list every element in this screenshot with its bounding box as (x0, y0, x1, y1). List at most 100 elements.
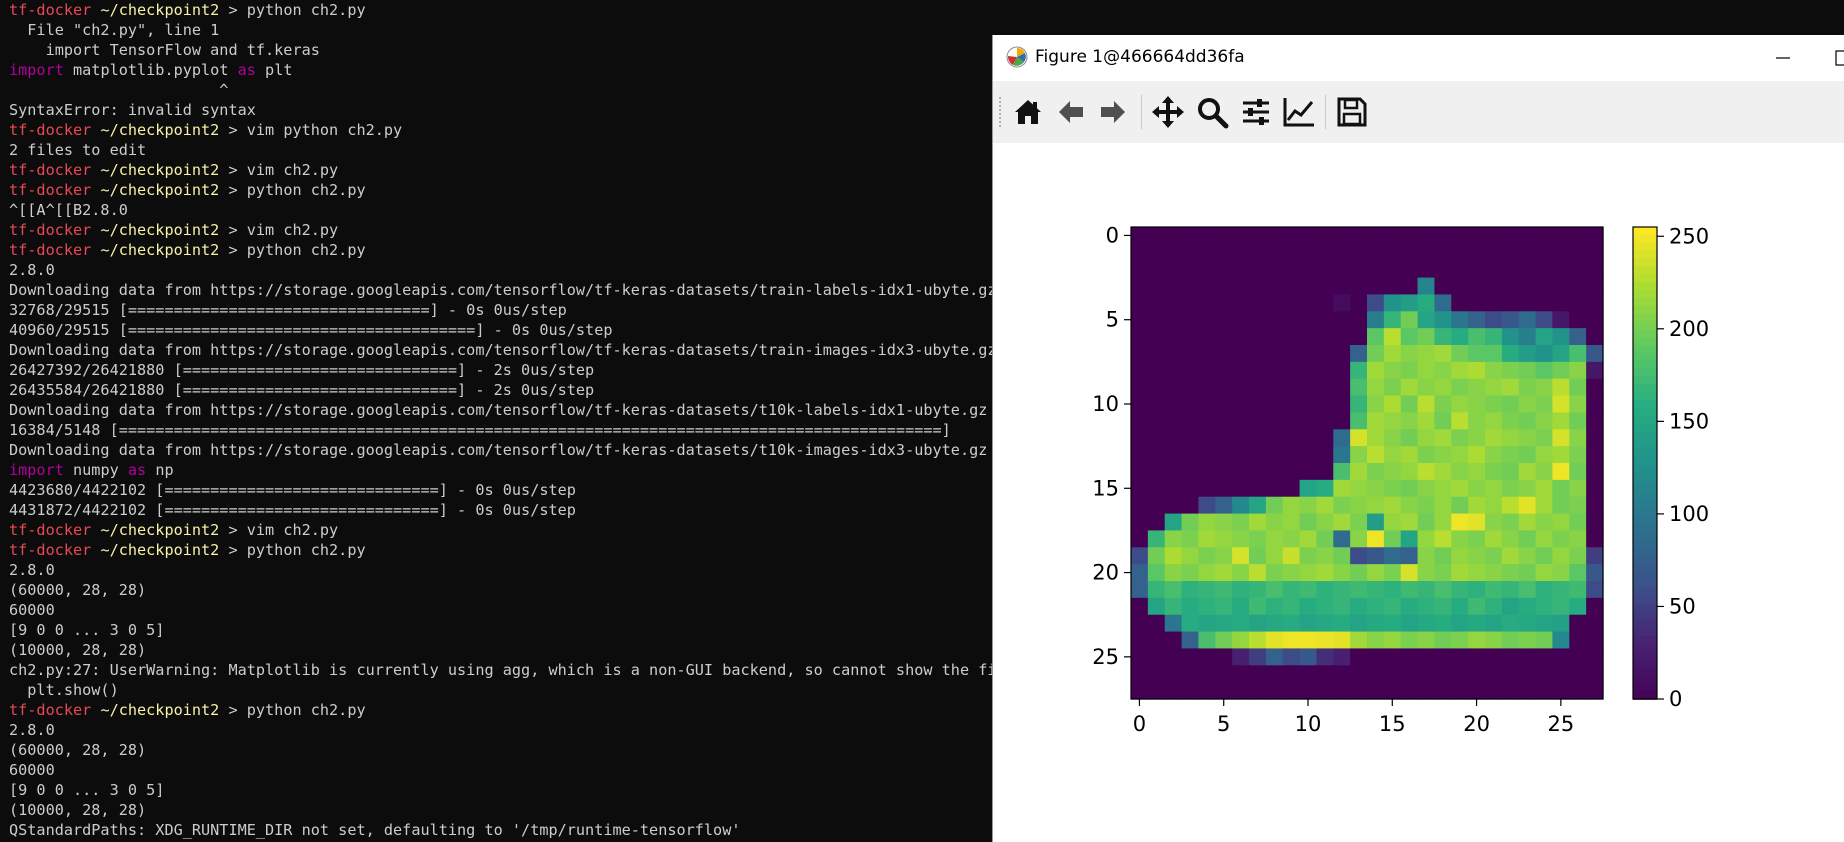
heatmap-cell (1131, 277, 1149, 296)
heatmap-cell (1316, 345, 1334, 363)
minimize-button[interactable] (1763, 41, 1803, 75)
heatmap-cell (1400, 395, 1419, 414)
heatmap-cell (1147, 513, 1166, 532)
heatmap-cell (1383, 463, 1402, 481)
heatmap-cell (1569, 682, 1587, 700)
colorbar-segment (1633, 541, 1657, 551)
heatmap-cell (1131, 227, 1149, 245)
colorbar-segment (1633, 289, 1657, 299)
heatmap-cell (1316, 463, 1334, 481)
heatmap-cell (1434, 378, 1452, 397)
terminal-text-segment: Downloading data from https://storage.go… (9, 401, 988, 419)
heatmap-cell (1417, 227, 1436, 245)
heatmap-cell (1383, 513, 1402, 532)
heatmap-cell (1232, 648, 1250, 666)
heatmap-cell (1417, 429, 1436, 447)
heatmap-cell (1552, 243, 1570, 262)
heatmap-cell (1350, 395, 1368, 414)
home-button[interactable] (1007, 91, 1049, 133)
minimize-icon (1776, 57, 1790, 59)
heatmap-cell (1265, 496, 1284, 515)
heatmap-cell (1181, 665, 1200, 683)
heatmap-cell (1131, 463, 1149, 481)
colorbar-segment (1633, 486, 1657, 496)
heatmap-cell (1518, 328, 1537, 346)
heatmap-cell (1451, 227, 1469, 245)
heatmap-cell (1282, 597, 1301, 616)
heatmap-cell (1198, 328, 1216, 346)
heatmap-cell (1299, 513, 1318, 532)
heatmap-cell (1249, 513, 1267, 532)
plot-canvas[interactable]: 0 5 10 15 20 25 0 5 10 15 20 25 0 50 100 150 200 250 (993, 143, 1844, 842)
x-tick-label: 25 (1547, 712, 1574, 736)
heatmap-cell (1417, 530, 1436, 548)
heatmap-cell (1400, 429, 1419, 447)
heatmap-cell (1451, 446, 1469, 464)
heatmap-cell (1485, 378, 1503, 397)
heatmap-cell (1147, 345, 1166, 363)
terminal-window[interactable]: tf-docker ~/checkpoint2 > python ch2.py … (0, 0, 992, 842)
forward-button[interactable] (1092, 91, 1134, 133)
heatmap-cell (1367, 328, 1385, 346)
heatmap-cell (1299, 665, 1318, 683)
heatmap-cell (1552, 581, 1570, 599)
colorbar-segment (1633, 502, 1657, 511)
figure-window[interactable]: Figure 1@466664dd36fa 0 5 10 15 20 25 0 … (992, 35, 1844, 842)
colorbar-tick-label: 0 (1669, 687, 1682, 711)
heatmap-cell (1265, 564, 1284, 582)
heatmap-cell (1586, 243, 1604, 262)
heatmap-cell (1249, 412, 1267, 430)
heatmap-cell (1299, 614, 1318, 633)
heatmap-cell (1552, 665, 1570, 683)
heatmap-cell (1383, 496, 1402, 515)
heatmap-cell (1434, 682, 1452, 700)
heatmap-cell (1316, 547, 1334, 565)
heatmap-cell (1434, 328, 1452, 346)
colorbar-segment (1633, 439, 1657, 449)
title-bar[interactable]: Figure 1@466664dd36fa (993, 35, 1844, 81)
heatmap-cell (1367, 361, 1385, 380)
heatmap-cell (1350, 378, 1368, 397)
colorbar-segment (1633, 297, 1657, 307)
heatmap-cell (1552, 446, 1570, 464)
heatmap-cell (1232, 530, 1250, 548)
customize-button[interactable] (1278, 91, 1320, 133)
terminal-text-segment: ~/checkpoint2 (100, 521, 220, 539)
colorbar-segment (1633, 360, 1657, 370)
heatmap-cell (1164, 665, 1183, 683)
heatmap-cell (1367, 665, 1385, 683)
back-button[interactable] (1050, 91, 1092, 133)
heatmap-cell (1198, 496, 1216, 515)
heatmap-cell (1282, 227, 1301, 245)
heatmap-cell (1569, 345, 1587, 363)
heatmap-cell (1501, 294, 1520, 312)
terminal-text-segment: ~/checkpoint2 (100, 241, 220, 259)
heatmap-cell (1215, 547, 1233, 565)
terminal-text-segment: (60000, 28, 28) (9, 581, 147, 599)
zoom-button[interactable] (1191, 91, 1233, 133)
heatmap-cell (1249, 597, 1267, 616)
heatmap-cell (1417, 479, 1436, 498)
save-button[interactable] (1331, 91, 1373, 133)
colorbar-segment (1633, 643, 1657, 653)
heatmap-cell (1249, 311, 1267, 329)
heatmap-cell (1501, 463, 1520, 481)
terminal-text-segment: import TensorFlow and tf.keras (9, 41, 320, 59)
heatmap-cell (1485, 361, 1503, 380)
heatmap-cell (1586, 378, 1604, 397)
heatmap-cell (1400, 328, 1419, 346)
heatmap-cell (1198, 665, 1216, 683)
heatmap-cell (1198, 682, 1216, 700)
heatmap-cell (1468, 614, 1486, 633)
heatmap-cell (1367, 294, 1385, 312)
toolbar-grip[interactable] (999, 97, 1005, 127)
heatmap-cell (1232, 631, 1250, 650)
heatmap-cell (1350, 564, 1368, 582)
heatmap-cell (1501, 513, 1520, 532)
heatmap-cell (1485, 648, 1503, 666)
colorbar-segment (1633, 352, 1657, 362)
maximize-button[interactable] (1823, 41, 1844, 75)
heatmap-cell (1569, 631, 1587, 650)
subplots-button[interactable] (1235, 91, 1277, 133)
pan-button[interactable] (1147, 91, 1189, 133)
